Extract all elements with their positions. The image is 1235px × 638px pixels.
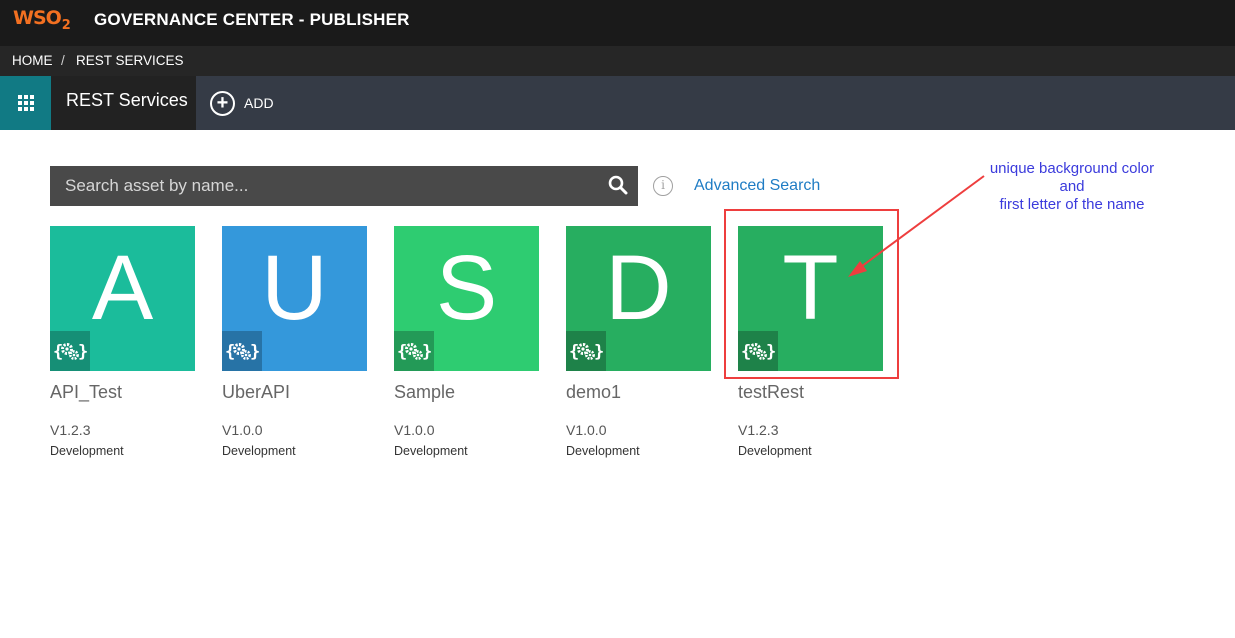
advanced-search-link[interactable]: Advanced Search xyxy=(694,177,820,195)
asset-version: V1.2.3 xyxy=(50,422,91,438)
asset-name[interactable]: testRest xyxy=(738,382,883,403)
svg-text:{: { xyxy=(225,342,235,362)
asset-thumbnail[interactable]: D{} xyxy=(566,226,711,371)
svg-text:{: { xyxy=(397,342,407,362)
asset-name[interactable]: demo1 xyxy=(566,382,711,403)
breadcrumb-home[interactable]: HOME xyxy=(12,53,53,68)
breadcrumb-rest-services[interactable]: REST SERVICES xyxy=(76,53,184,68)
asset-card[interactable]: U{}UberAPIV1.0.0Development xyxy=(222,226,367,458)
svg-text:}: } xyxy=(594,342,603,362)
add-asset-button[interactable]: + ADD xyxy=(210,90,274,116)
breadcrumb: HOME / REST SERVICES xyxy=(0,46,1235,76)
svg-text:}: } xyxy=(422,342,431,362)
app-title: GOVERNANCE CENTER - PUBLISHER xyxy=(94,10,410,29)
asset-version: V1.0.0 xyxy=(222,422,263,438)
annotation-note: unique background color and first letter… xyxy=(968,160,1176,214)
asset-initial: D xyxy=(605,237,672,339)
asset-lifecycle-state: Development xyxy=(50,444,124,458)
svg-text:{: { xyxy=(569,342,579,362)
wso2-logo[interactable]: WSO 2 xyxy=(13,6,71,36)
section-title: REST Services xyxy=(51,76,196,130)
rest-service-gear-icon: {} xyxy=(394,331,434,371)
asset-initial: A xyxy=(91,237,154,339)
asset-thumbnail[interactable]: U{} xyxy=(222,226,367,371)
asset-name[interactable]: UberAPI xyxy=(222,382,367,403)
logo-subscript: 2 xyxy=(61,18,71,33)
annotation-line: first letter of the name xyxy=(999,196,1145,213)
asset-card[interactable]: A{}API_TestV1.2.3Development xyxy=(50,226,195,458)
asset-name[interactable]: API_Test xyxy=(50,382,195,403)
asset-card[interactable]: D{}demo1V1.0.0Development xyxy=(566,226,711,458)
rest-service-gear-icon: {} xyxy=(566,331,606,371)
search-bar xyxy=(50,166,638,206)
rest-service-gear-icon: {} xyxy=(50,331,90,371)
asset-initial: S xyxy=(435,237,498,339)
asset-lifecycle-state: Development xyxy=(738,444,812,458)
asset-version: V1.0.0 xyxy=(394,422,435,438)
asset-version: V1.0.0 xyxy=(566,422,607,438)
svg-text:{: { xyxy=(53,342,63,362)
apps-menu-button[interactable] xyxy=(0,76,51,130)
rest-service-gear-icon: {} xyxy=(222,331,262,371)
svg-text:}: } xyxy=(78,342,87,362)
asset-thumbnail[interactable]: S{} xyxy=(394,226,539,371)
asset-card[interactable]: S{}SampleV1.0.0Development xyxy=(394,226,539,458)
info-icon[interactable]: i xyxy=(653,176,673,196)
breadcrumb-separator: / xyxy=(61,53,65,68)
annotation-line: and xyxy=(1059,178,1085,195)
plus-circle-icon: + xyxy=(210,90,235,116)
logo-text: WSO xyxy=(13,7,62,29)
search-input[interactable] xyxy=(50,166,600,206)
asset-version: V1.2.3 xyxy=(738,422,779,438)
asset-lifecycle-state: Development xyxy=(394,444,468,458)
asset-lifecycle-state: Development xyxy=(566,444,640,458)
asset-lifecycle-state: Development xyxy=(222,444,296,458)
svg-text:}: } xyxy=(250,342,259,362)
asset-initial: U xyxy=(261,237,328,339)
asset-toolbar: REST Services + ADD xyxy=(0,76,1235,130)
asset-name[interactable]: Sample xyxy=(394,382,539,403)
search-icon[interactable] xyxy=(608,175,628,195)
asset-thumbnail[interactable]: A{} xyxy=(50,226,195,371)
top-bar: WSO 2 GOVERNANCE CENTER - PUBLISHER xyxy=(0,0,1235,46)
annotation-line: unique background color xyxy=(989,160,1155,177)
grid-icon xyxy=(17,95,34,111)
add-label: ADD xyxy=(244,95,274,111)
